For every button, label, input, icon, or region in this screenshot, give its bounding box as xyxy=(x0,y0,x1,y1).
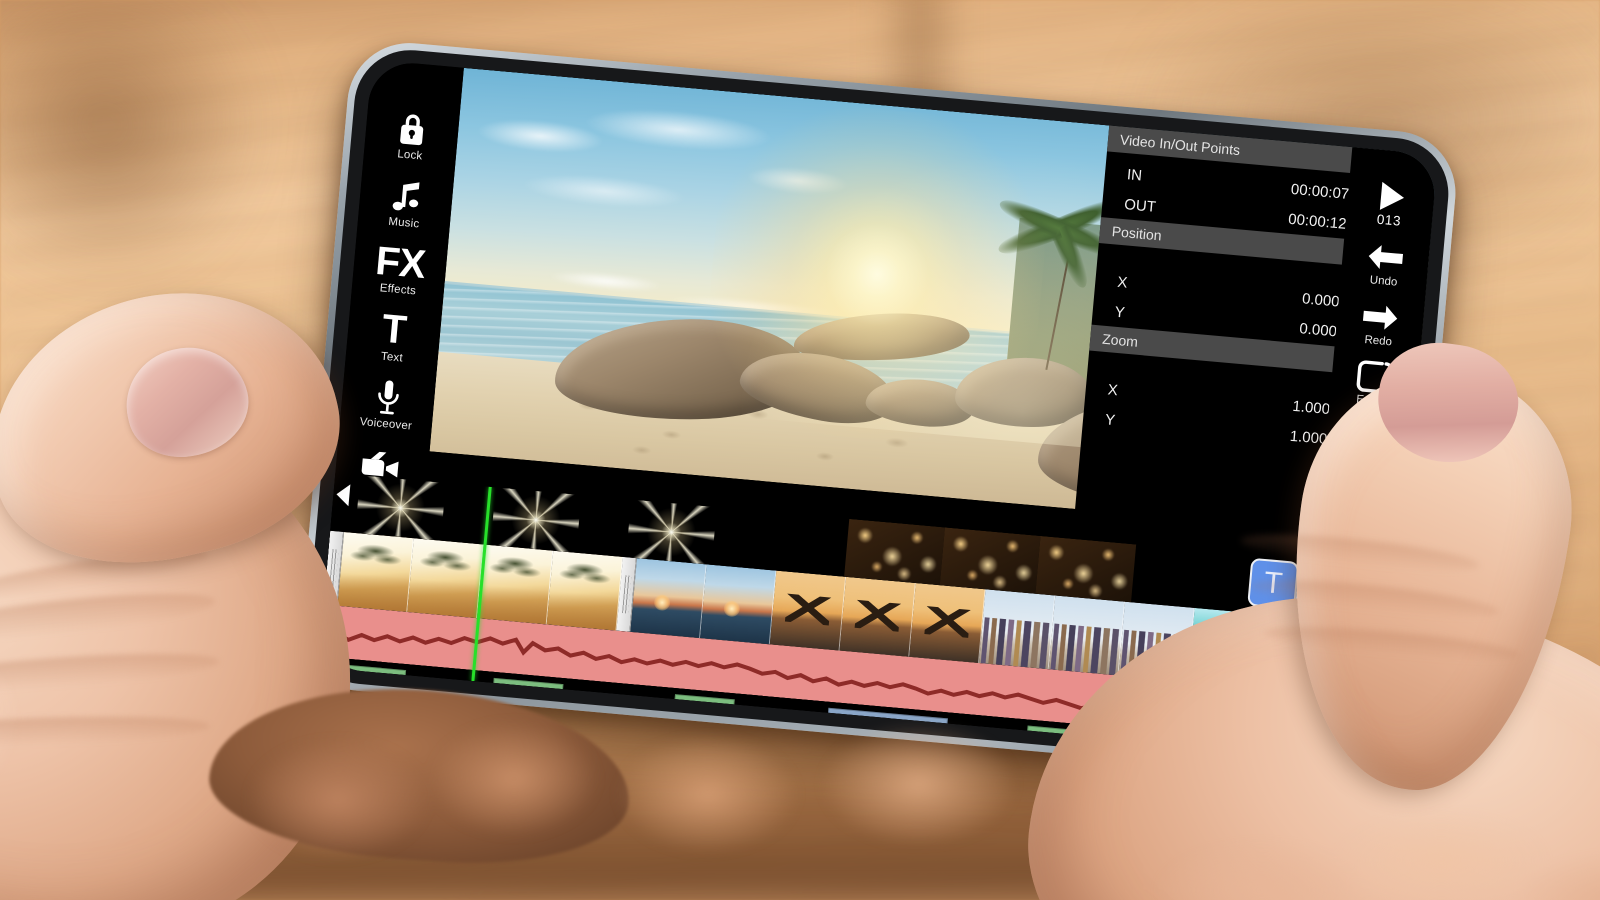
play-icon xyxy=(1373,178,1410,215)
audio-clip-green[interactable] xyxy=(1153,737,1213,763)
video-thumb-palm-island[interactable] xyxy=(1188,607,1265,688)
arrow-right-icon xyxy=(1360,299,1401,336)
video-thumb-palm-sunset[interactable] xyxy=(546,550,624,631)
fx-icon: FX xyxy=(373,238,427,287)
ellipsis-icon xyxy=(1350,418,1389,455)
section-title: Video In/Out Points xyxy=(1119,131,1241,159)
undo-label: Undo xyxy=(1369,274,1398,289)
wood-shadow-left xyxy=(0,0,270,290)
clip-waveform xyxy=(1154,753,1210,763)
video-thumb-bird-silhouette[interactable] xyxy=(769,570,847,651)
undo-button[interactable]: Undo xyxy=(1364,232,1407,295)
play-button[interactable]: 013 xyxy=(1371,171,1410,235)
video-thumb-city-skyline[interactable] xyxy=(979,589,1056,670)
frame-counter: 013 xyxy=(1376,211,1402,229)
redo-button[interactable]: Redo xyxy=(1358,292,1401,355)
fx-clip-bokeh[interactable] xyxy=(844,518,945,586)
phone-screen: Lock Music FX Effects T Text Voiceover 0… xyxy=(318,59,1438,763)
video-thumb-palm-sunset[interactable] xyxy=(407,538,484,619)
fx-track-gap[interactable] xyxy=(1342,563,1402,626)
video-thumb-city-skyline[interactable] xyxy=(1118,601,1195,682)
export-button[interactable]: Export xyxy=(1353,351,1396,414)
tool-voiceover[interactable]: Voiceover xyxy=(339,366,437,441)
tool-lock[interactable]: Lock xyxy=(363,97,461,172)
video-thumb-bird-silhouette[interactable] xyxy=(909,583,986,663)
lock-icon xyxy=(394,107,431,150)
prop-label-position-y: Y xyxy=(1114,303,1126,322)
video-thumb-bird-silhouette[interactable] xyxy=(839,576,916,657)
tool-effects-label: Effects xyxy=(379,282,417,298)
prop-label-zoom-x: X xyxy=(1107,380,1119,399)
tool-text-label: Text xyxy=(380,350,404,365)
timeline-scroll-left-icon[interactable] xyxy=(335,483,351,507)
prop-label-out: OUT xyxy=(1123,195,1157,216)
t-glyph: T xyxy=(380,306,409,353)
fx-clip-bokeh[interactable] xyxy=(939,527,1041,594)
tool-text[interactable]: T Text xyxy=(345,299,443,374)
video-thumb-palm-island[interactable] xyxy=(1257,614,1335,695)
section-title: Zoom xyxy=(1101,330,1139,350)
section-title: Position xyxy=(1111,223,1163,244)
fx-track-gap[interactable] xyxy=(736,509,850,577)
video-thumb-palm-island[interactable] xyxy=(1327,620,1396,700)
text-icon: T xyxy=(380,306,409,353)
smartphone: Lock Music FX Effects T Text Voiceover 0… xyxy=(295,37,1461,785)
music-note-icon xyxy=(388,174,425,217)
microphone-icon xyxy=(372,376,405,419)
arrow-left-icon xyxy=(1365,239,1406,276)
video-thumb-ocean-sunset[interactable] xyxy=(630,558,707,639)
fx-track-gap[interactable] xyxy=(1131,544,1252,613)
video-thumb-city-skyline[interactable] xyxy=(1048,595,1126,676)
tool-music[interactable]: Music xyxy=(357,165,455,240)
prop-label-in: IN xyxy=(1126,165,1143,185)
text-clip[interactable]: T xyxy=(1294,562,1348,615)
video-thumb-ocean-sunset[interactable] xyxy=(700,564,777,645)
redo-label: Redo xyxy=(1363,333,1393,349)
preview-area: 013 Undo Redo Export Tools Video In/Out … xyxy=(426,67,1438,569)
phone-bezel: Lock Music FX Effects T Text Voiceover 0… xyxy=(302,45,1454,777)
text-clip[interactable]: T xyxy=(1247,557,1300,610)
phone-chassis: Lock Music FX Effects T Text Voiceover 0… xyxy=(295,37,1461,785)
tool-lock-label: Lock xyxy=(396,148,423,163)
fx-glyph: FX xyxy=(373,238,427,287)
fx-clip-bokeh[interactable] xyxy=(1035,535,1137,603)
tools-button[interactable]: Tools xyxy=(1349,411,1390,474)
tool-voiceover-label: Voiceover xyxy=(359,416,413,433)
prop-label-position-x: X xyxy=(1116,273,1129,292)
tools-label: Tools xyxy=(1353,453,1382,468)
export-label: Export xyxy=(1355,393,1390,409)
tool-music-label: Music xyxy=(387,215,420,230)
video-thumb-palm-sunset[interactable] xyxy=(337,532,414,612)
prop-label-zoom-y: Y xyxy=(1104,410,1116,429)
video-thumb-palm-sunset[interactable] xyxy=(476,544,554,625)
export-frame-icon xyxy=(1355,358,1396,395)
tool-effects[interactable]: FX Effects xyxy=(351,232,449,307)
